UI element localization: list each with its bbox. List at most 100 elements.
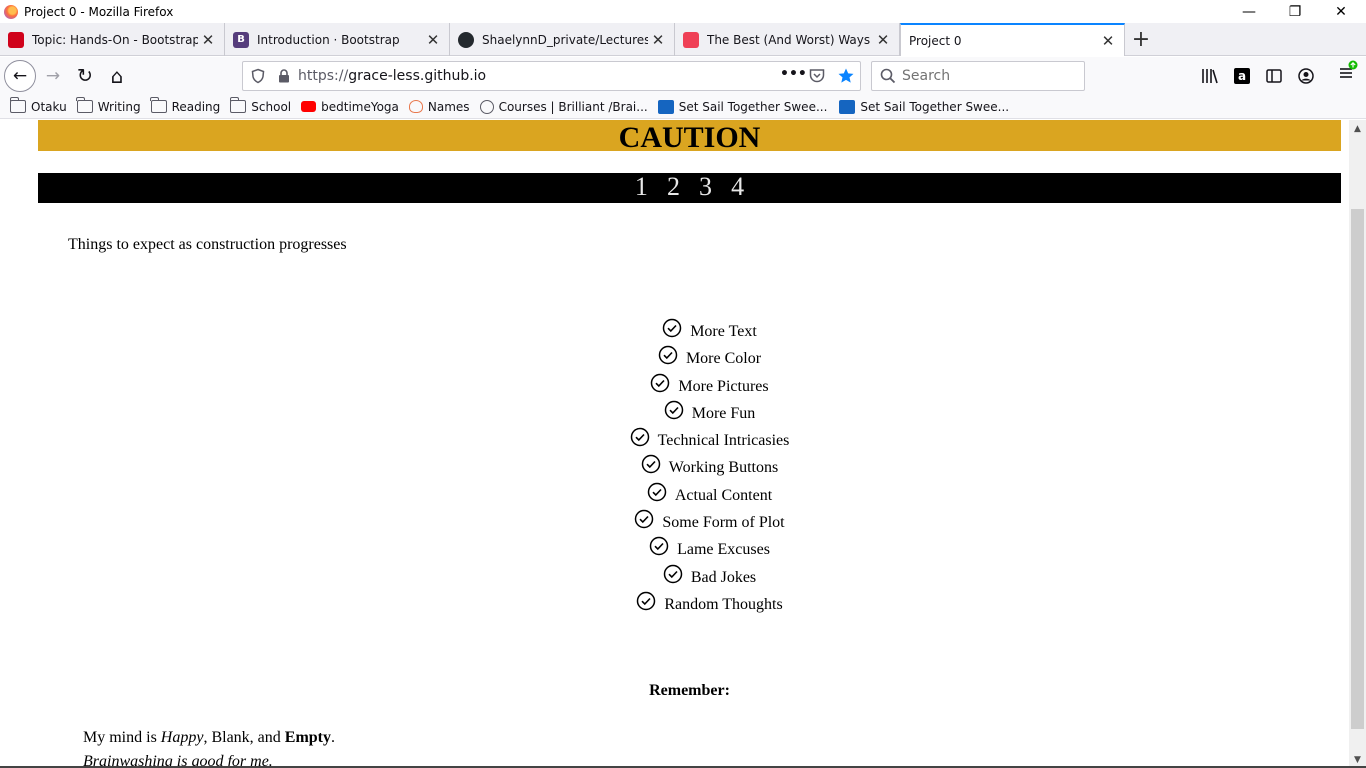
minimize-button[interactable]: — [1226,0,1272,23]
tab-project-0[interactable]: Project 0 ✕ [900,23,1125,56]
remember-heading: Remember: [649,682,730,699]
list-item: Actual Content [0,482,1349,509]
check-circle-icon [647,482,667,502]
url-text[interactable]: https://grace-less.github.io [298,68,486,84]
menu-icon[interactable] [1338,60,1358,80]
mind-empty: Empty [284,729,332,746]
bookmark-names[interactable]: Names [408,99,470,114]
bookmark-label: Courses | Brilliant /Brai... [498,99,648,114]
bookmark-school[interactable]: School [229,97,292,114]
bookmark-bedtimeyoga[interactable]: bedtimeYoga [301,100,399,114]
lock-icon[interactable] [276,68,292,84]
pocket-icon [683,31,699,48]
list-item: More Color [0,345,1349,372]
tab-pocket-article[interactable]: The Best (And Worst) Ways to S ✕ [675,23,900,56]
bookmark-set-sail-1[interactable]: Set Sail Together Swee... [657,99,828,114]
tab-bootstrap-topic[interactable]: Topic: Hands-On - Bootstrap up ✕ [0,23,225,56]
list-item-label: More Color [685,350,762,368]
tab-github[interactable]: ShaelynnD_private/Lectures/bo ✕ [450,23,675,56]
pocket-save-icon[interactable] [808,67,826,85]
intro-text: Things to expect as construction progres… [68,236,347,253]
check-circle-icon [641,455,661,474]
list-item: Bad Jokes [0,564,1349,591]
page-link-2[interactable]: 2 [667,173,680,201]
youtube-icon [301,101,317,112]
mind-happy: Happy [160,729,204,746]
tab-label: The Best (And Worst) Ways to S [707,32,873,47]
bookmarks-toolbar: Otaku Writing Reading School bedtimeYoga… [0,95,1366,119]
tab-label: Topic: Hands-On - Bootstrap up [32,32,198,47]
shield-icon[interactable] [250,68,266,84]
url-bar[interactable]: https://grace-less.github.io ••• [242,61,861,91]
check-circle-icon [635,509,654,529]
list-item-label: Lame Excuses [677,541,770,559]
close-tab-icon[interactable]: ✕ [648,31,668,49]
home-button[interactable]: ⌂ [102,61,132,91]
list-item-label: Random Thoughts [664,595,783,613]
page-actions-icon[interactable]: ••• [780,66,807,82]
close-tab-icon[interactable]: ✕ [423,31,443,49]
folder-icon [76,97,93,113]
bookmark-label: Set Sail Together Swee... [678,99,828,114]
list-item: More Pictures [0,373,1349,400]
window-title: Project 0 - Mozilla Firefox [24,4,174,19]
bootstrap-icon: B [233,31,249,48]
new-tab-button[interactable]: + [1128,23,1154,56]
check-circle-icon [658,346,678,365]
bookmark-writing[interactable]: Writing [76,97,141,114]
bookmark-label: Set Sail Together Swee... [860,99,1010,114]
forward-button[interactable]: → [38,61,68,91]
scroll-up-arrow-icon[interactable]: ▲ [1349,120,1366,137]
tab-bootstrap-intro[interactable]: B Introduction · Bootstrap ✕ [225,23,450,56]
bookmark-label: bedtimeYoga [321,99,399,114]
url-scheme: https:// [298,68,349,84]
list-item-label: Working Buttons [668,459,779,477]
scrollbar-thumb[interactable] [1351,209,1364,729]
check-circle-icon [664,400,683,420]
github-icon [458,31,474,48]
bookmark-label: Names [427,99,470,114]
course-site-icon [8,31,24,48]
firefox-logo-icon [4,4,18,19]
page-link-3[interactable]: 3 [699,173,712,201]
folder-icon [150,97,167,113]
bookmark-star-icon[interactable] [837,67,855,85]
sidebar-toggle-icon[interactable] [1265,67,1283,85]
search-input[interactable] [902,68,1072,84]
tab-label: Introduction · Bootstrap [257,32,400,47]
close-window-button[interactable]: ✕ [1318,0,1364,23]
maximize-button[interactable]: ❐ [1272,0,1318,23]
library-icon[interactable] [1201,67,1219,85]
check-circle-icon [637,591,656,611]
page-link-4[interactable]: 4 [731,173,744,201]
brilliant-icon [479,99,494,114]
bookmark-otaku[interactable]: Otaku [9,97,67,114]
names-site-icon [408,100,423,113]
reload-button[interactable]: ↻ [70,61,100,91]
amazon-extension-icon[interactable]: a [1234,68,1250,84]
page-link-1[interactable]: 1 [635,173,648,201]
search-bar[interactable] [871,61,1085,91]
check-circle-icon [651,373,670,392]
mind-sentence: My mind is Happy, Blank, and Empty. [83,729,335,747]
check-circle-icon [662,318,682,338]
close-tab-icon[interactable]: ✕ [1098,32,1118,50]
bookmark-reading[interactable]: Reading [150,97,221,114]
list-item: More Text [0,318,1349,345]
check-circle-icon [649,537,669,556]
list-item-label: More Pictures [678,377,769,395]
bookmark-label: Reading [171,99,221,114]
bookmark-set-sail-2[interactable]: Set Sail Together Swee... [839,99,1010,114]
bookmark-label: Otaku [31,99,67,114]
list-item-label: More Fun [691,404,756,422]
bookmark-label: School [251,99,292,114]
bookmark-brilliant[interactable]: Courses | Brilliant /Brai... [479,99,648,114]
account-icon[interactable] [1297,67,1315,85]
tab-label: ShaelynnD_private/Lectures/bo [482,32,648,47]
close-tab-icon[interactable]: ✕ [873,31,893,49]
folder-icon [9,97,26,113]
back-button[interactable]: ← [4,60,36,92]
expectations-checklist: More Text More Color More Pictures More … [0,318,1349,618]
close-tab-icon[interactable]: ✕ [198,31,218,49]
page-scrollbar[interactable]: ▲ ▼ [1349,120,1366,768]
